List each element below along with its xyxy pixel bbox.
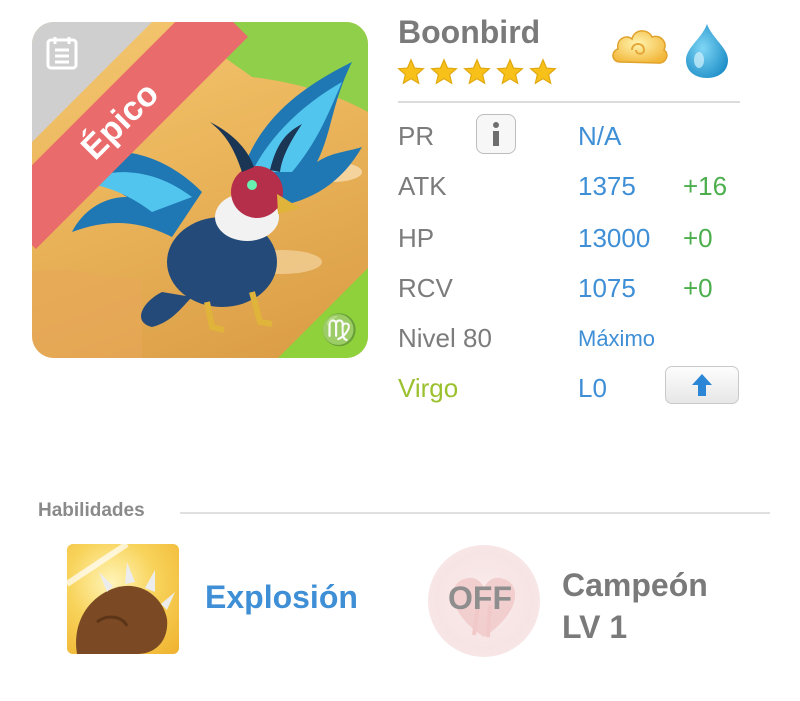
zodiac-label: Virgo (398, 373, 459, 403)
arrow-up-icon (692, 374, 712, 396)
skills-header: Habilidades (38, 500, 145, 521)
hp-value: 13000 (578, 223, 651, 253)
level-label: Nivel 80 (398, 323, 492, 353)
claw-strike-icon (67, 544, 175, 654)
rcv-bonus: +0 (683, 273, 713, 303)
rcv-value: 1075 (578, 273, 636, 303)
element-icons (610, 22, 734, 80)
skills-divider (180, 512, 770, 514)
active-skill-tile[interactable] (67, 544, 179, 654)
leader-skill-title: Campeón (562, 567, 708, 603)
hp-bonus: +0 (683, 223, 713, 253)
card-book-icon[interactable] (46, 36, 78, 70)
leader-skill-name[interactable]: Campeón LV 1 (562, 564, 708, 648)
atk-bonus: +16 (683, 171, 728, 201)
zodiac-level-value: L0 (578, 373, 607, 403)
cloud-icon (612, 30, 668, 64)
star-icon (397, 58, 425, 85)
pr-label: PR (398, 121, 435, 151)
upgrade-button[interactable] (665, 366, 739, 404)
rcv-label: RCV (398, 273, 453, 303)
star-icon (430, 58, 458, 85)
active-skill-name[interactable]: Explosión (205, 579, 358, 616)
star-icon (529, 58, 557, 85)
leader-skill-level: LV 1 (562, 609, 628, 645)
pr-value: N/A (578, 121, 622, 151)
virgo-icon: ♍ (320, 314, 358, 347)
header-divider (398, 101, 740, 103)
info-button[interactable] (476, 114, 516, 154)
star-rating (397, 58, 557, 86)
hp-label: HP (398, 223, 435, 253)
monster-name: Boonbird (398, 14, 541, 50)
water-drop-icon (686, 24, 728, 78)
leader-skill-status: OFF (448, 580, 512, 616)
atk-label: ATK (398, 171, 447, 201)
star-icon (496, 58, 524, 85)
info-icon (493, 122, 499, 146)
level-value: Máximo (578, 326, 656, 351)
monster-portrait[interactable]: Épico ♍ (32, 22, 368, 358)
atk-value: 1375 (578, 171, 636, 201)
star-icon (463, 58, 491, 85)
